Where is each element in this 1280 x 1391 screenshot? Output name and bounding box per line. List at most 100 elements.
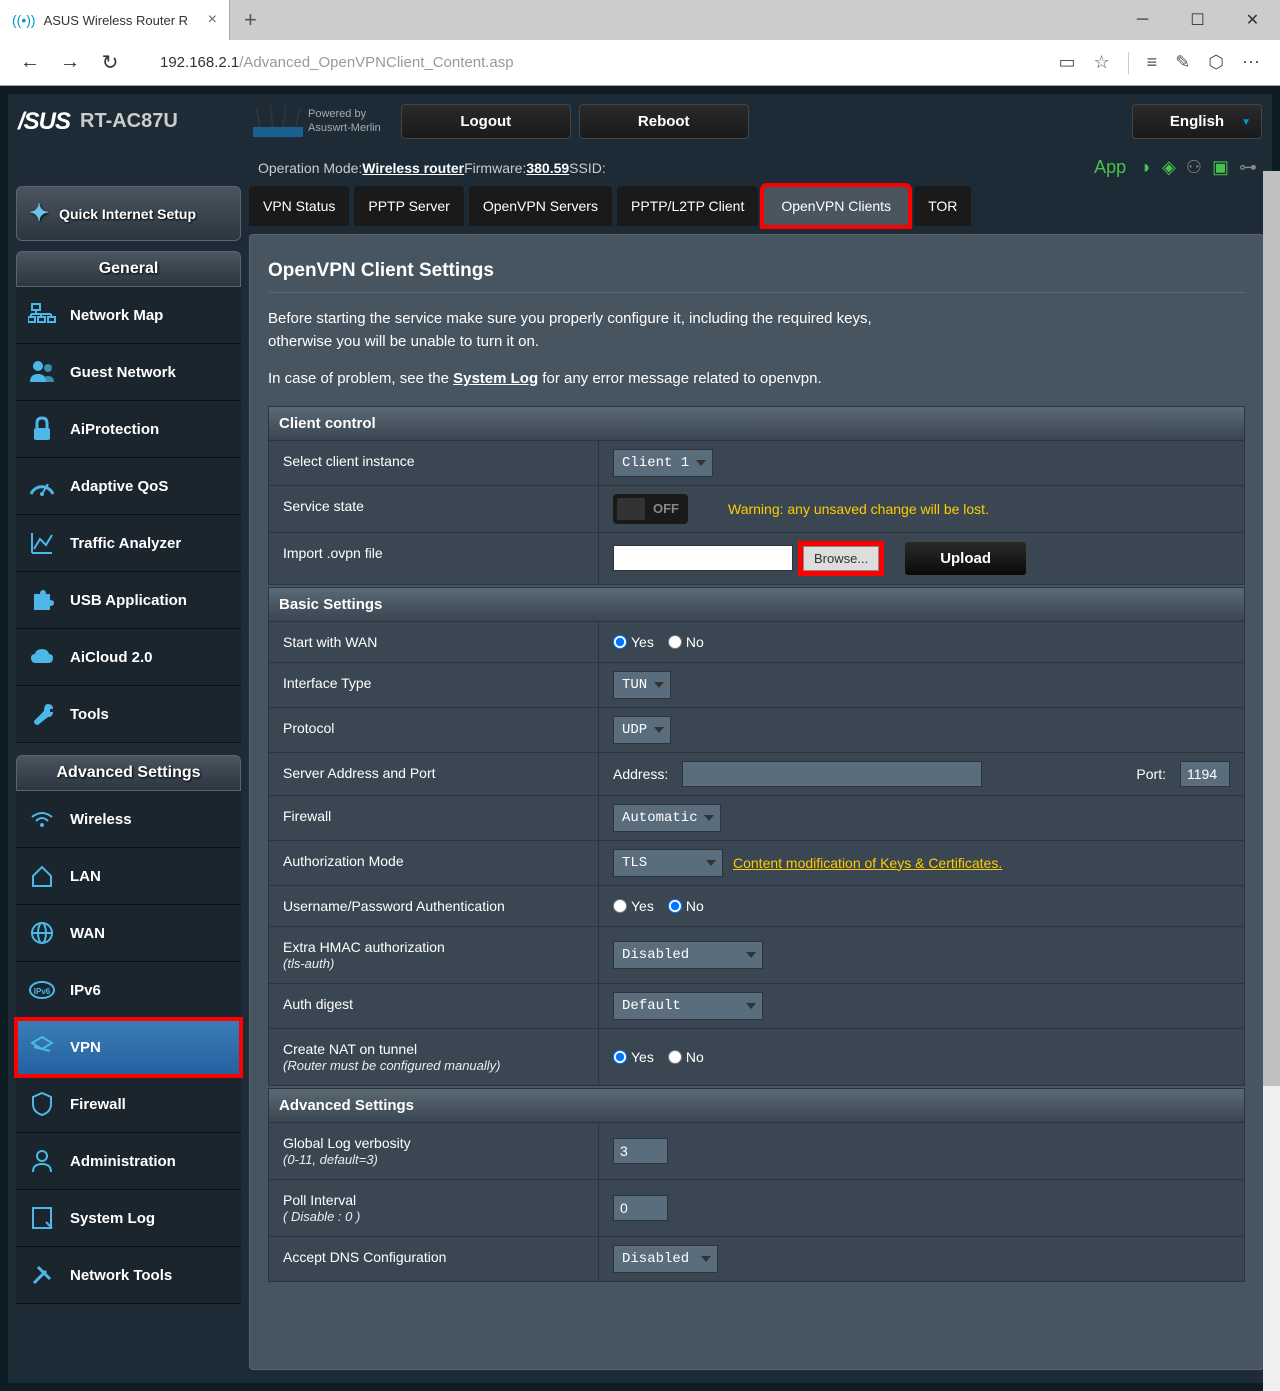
puzzle-icon (28, 586, 56, 614)
url-bar[interactable]: 192.168.2.1/Advanced_OpenVPNClient_Conte… (130, 54, 1059, 71)
firmware-link[interactable]: 380.59 (526, 160, 569, 176)
forward-button[interactable]: → (50, 43, 90, 83)
address-input[interactable] (682, 761, 982, 787)
refresh-button[interactable]: ↻ (90, 43, 130, 83)
wifi-status-icon[interactable]: ◈ (1162, 157, 1176, 178)
interface-select[interactable]: TUN (613, 671, 671, 699)
service-toggle[interactable]: OFF (613, 494, 688, 524)
label-nat: Create NAT on tunnel(Router must be conf… (269, 1029, 599, 1085)
warning-text: Warning: any unsaved change will be lost… (728, 501, 989, 517)
start-wan-no[interactable]: No (668, 634, 704, 650)
label-auth-digest: Auth digest (269, 984, 599, 1028)
asus-logo: /SUS (18, 108, 70, 136)
sidebar-item-system-log[interactable]: System Log (16, 1190, 241, 1247)
new-tab-button[interactable]: + (230, 7, 271, 33)
sidebar-item-guest-network[interactable]: Guest Network (16, 344, 241, 401)
sidebar-item-ipv6[interactable]: IPv6IPv6 (16, 962, 241, 1019)
more-icon[interactable]: ⋯ (1242, 52, 1260, 73)
hmac-select[interactable]: Disabled (613, 941, 763, 969)
sidebar-item-vpn[interactable]: VPN (16, 1019, 241, 1076)
usb-icon[interactable]: ⊶ (1239, 157, 1257, 178)
start-wan-yes[interactable]: Yes (613, 634, 654, 650)
notes-icon[interactable]: ✎ (1175, 52, 1190, 73)
users-icon[interactable]: ⚇ (1186, 157, 1202, 178)
model-name: RT-AC87U (80, 110, 178, 133)
powered-by: Powered by Asuswrt-Merlin (308, 108, 381, 134)
gauge-icon (28, 472, 56, 500)
home-icon (28, 862, 56, 890)
log-verb-input[interactable] (613, 1138, 668, 1164)
nat-no[interactable]: No (668, 1049, 704, 1065)
cloud-icon (28, 643, 56, 671)
sidebar-item-traffic-analyzer[interactable]: Traffic Analyzer (16, 515, 241, 572)
sidebar-item-administration[interactable]: Administration (16, 1133, 241, 1190)
sidebar-item-wan[interactable]: WAN (16, 905, 241, 962)
label-hmac: Extra HMAC authorization(tls-auth) (269, 927, 599, 983)
sidebar-item-lan[interactable]: LAN (16, 848, 241, 905)
reboot-button[interactable]: Reboot (579, 104, 749, 139)
wifi-icon: ((•)) (12, 12, 36, 28)
client-instance-select[interactable]: Client 1 (613, 449, 713, 477)
sidebar-item-network-map[interactable]: Network Map (16, 287, 241, 344)
svg-text:IPv6: IPv6 (34, 987, 51, 996)
close-window-button[interactable]: ✕ (1225, 0, 1280, 40)
port-input[interactable] (1180, 761, 1230, 787)
label-firewall: Firewall (269, 796, 599, 840)
reading-icon[interactable]: ▭ (1059, 52, 1076, 73)
vpn-icon (28, 1033, 56, 1061)
cert-link[interactable]: Content modification of Keys & Certifica… (733, 855, 1002, 871)
sidebar-item-aicloud[interactable]: AiCloud 2.0 (16, 629, 241, 686)
sidebar-item-tools[interactable]: Tools (16, 686, 241, 743)
tab-vpn-status[interactable]: VPN Status (249, 186, 349, 226)
sidebar-item-wireless[interactable]: Wireless (16, 791, 241, 848)
op-mode-link[interactable]: Wireless router (362, 160, 464, 176)
browse-button[interactable]: Browse... (803, 546, 879, 571)
tab-pptp-server[interactable]: PPTP Server (354, 186, 463, 226)
close-icon[interactable]: × (208, 11, 217, 29)
tab-pptp-l2tp-client[interactable]: PPTP/L2TP Client (617, 186, 758, 226)
tab-openvpn-clients[interactable]: OpenVPN Clients (763, 186, 909, 226)
tab-openvpn-servers[interactable]: OpenVPN Servers (469, 186, 612, 226)
nat-yes[interactable]: Yes (613, 1049, 654, 1065)
sidebar-item-adaptive-qos[interactable]: Adaptive QoS (16, 458, 241, 515)
tools-icon (28, 1261, 56, 1289)
general-header: General (16, 251, 241, 287)
scrollbar[interactable] (1263, 171, 1280, 1391)
minimize-button[interactable]: ─ (1115, 0, 1170, 40)
sidebar-item-usb-application[interactable]: USB Application (16, 572, 241, 629)
label-poll: Poll Interval( Disable : 0 ) (269, 1180, 599, 1236)
signal-icon[interactable]: ◗ (1141, 157, 1152, 178)
favorite-icon[interactable]: ☆ (1094, 52, 1110, 73)
system-log-link[interactable]: System Log (453, 370, 538, 387)
tab-tor[interactable]: TOR (914, 186, 971, 226)
router-icon (248, 102, 308, 142)
logout-button[interactable]: Logout (401, 104, 571, 139)
auth-digest-select[interactable]: Default (613, 992, 763, 1020)
log-icon (28, 1204, 56, 1232)
quick-setup-button[interactable]: ✦ Quick Internet Setup (16, 186, 241, 241)
file-input[interactable] (613, 545, 793, 571)
userpass-no[interactable]: No (668, 898, 704, 914)
advanced-header: Advanced Settings (16, 755, 241, 791)
poll-input[interactable] (613, 1195, 668, 1221)
upload-button[interactable]: Upload (904, 541, 1027, 576)
browser-tab[interactable]: ((•)) ASUS Wireless Router R × (0, 0, 230, 40)
back-button[interactable]: ← (10, 43, 50, 83)
dns-select[interactable]: Disabled (613, 1245, 718, 1273)
network-icon[interactable]: ▣ (1212, 157, 1229, 178)
auth-mode-select[interactable]: TLS (613, 849, 723, 877)
sidebar-item-firewall[interactable]: Firewall (16, 1076, 241, 1133)
firewall-select[interactable]: Automatic (613, 804, 721, 832)
tab-title: ASUS Wireless Router R (44, 13, 188, 28)
label-server-addr: Server Address and Port (269, 753, 599, 795)
protocol-select[interactable]: UDP (613, 716, 671, 744)
hub-icon[interactable]: ≡ (1147, 52, 1158, 73)
maximize-button[interactable]: ☐ (1170, 0, 1225, 40)
sidebar-item-aiprotection[interactable]: AiProtection (16, 401, 241, 458)
sidebar-item-network-tools[interactable]: Network Tools (16, 1247, 241, 1304)
share-icon[interactable]: ⬡ (1208, 52, 1224, 73)
language-select[interactable]: English ▼ (1132, 104, 1262, 139)
userpass-yes[interactable]: Yes (613, 898, 654, 914)
lock-icon (28, 415, 56, 443)
label-select-client: Select client instance (269, 441, 599, 485)
